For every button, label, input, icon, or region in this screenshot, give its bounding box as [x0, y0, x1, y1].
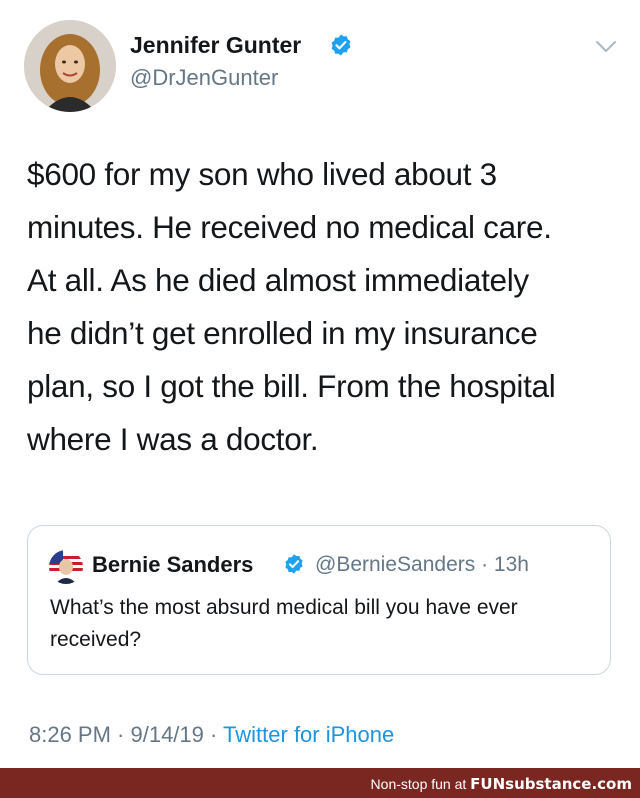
tweet-text-line: $600 for my son who lived about 3 [27, 156, 497, 192]
tweet-timestamp[interactable]: 8:26 PM · 9/14/19 · [29, 722, 223, 747]
watermark-text: Non-stop fun at FUNsubstance.com [371, 775, 632, 793]
tweet-footer: 8:26 PM · 9/14/19 · Twitter for iPhone [29, 722, 394, 748]
watermark-brand: FUNsubstance.com [470, 775, 632, 793]
tweet-text-line: he didn’t get enrolled in my insurance [27, 315, 538, 351]
tweet-source-link[interactable]: Twitter for iPhone [223, 722, 394, 747]
watermark-prefix: Non-stop fun at [370, 776, 471, 792]
author-avatar[interactable] [24, 20, 116, 112]
tweet-text-line: plan, so I got the bill. From the hospit… [27, 368, 556, 404]
quoted-author-avatar[interactable] [49, 550, 83, 584]
quoted-author-name[interactable]: Bernie Sanders [92, 552, 253, 578]
author-handle[interactable]: @DrJenGunter [130, 65, 278, 91]
tweet-text: $600 for my son who lived about 3 minute… [27, 148, 627, 466]
tweet-text-line: At all. As he died almost immediately [27, 262, 529, 298]
chevron-down-icon[interactable] [595, 40, 617, 54]
quoted-author-meta[interactable]: @BernieSanders · 13h [315, 553, 529, 577]
quoted-tweet-card[interactable]: Bernie Sanders @BernieSanders · 13h What… [27, 525, 611, 675]
verified-badge-icon [331, 34, 351, 56]
verified-badge-icon [285, 554, 303, 574]
author-name[interactable]: Jennifer Gunter [130, 32, 301, 59]
watermark-banner: Non-stop fun at FUNsubstance.com [0, 768, 640, 798]
tweet-text-line: minutes. He received no medical care. [27, 209, 552, 245]
tweet: Jennifer Gunter @DrJenGunter $600 for my… [0, 0, 640, 768]
quoted-tweet-text: What’s the most absurd medical bill you … [50, 596, 518, 651]
tweet-text-line: where I was a doctor. [27, 421, 319, 457]
